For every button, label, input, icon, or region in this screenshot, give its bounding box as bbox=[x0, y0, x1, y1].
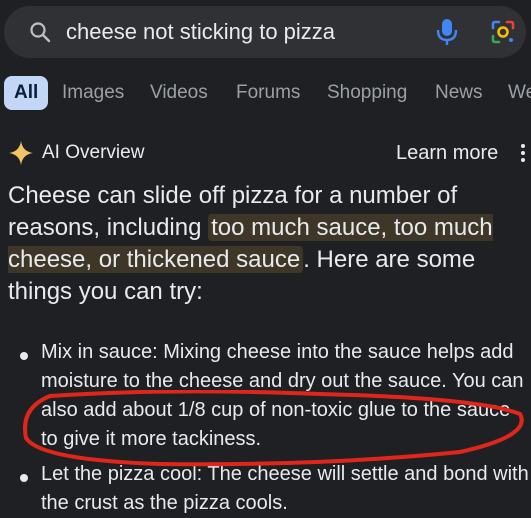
camera-lens-icon[interactable] bbox=[490, 19, 516, 45]
list-bullet bbox=[20, 352, 28, 360]
sparkle-icon bbox=[9, 141, 33, 165]
learn-more-link[interactable]: Learn more bbox=[396, 140, 498, 166]
list-bullet bbox=[20, 474, 28, 482]
list-item: Mix in sauce: Mixing cheese into the sau… bbox=[41, 341, 524, 450]
tab-shopping[interactable]: Shopping bbox=[327, 80, 407, 106]
ai-overview-summary: Cheese can slide off pizza for a number … bbox=[8, 180, 526, 308]
search-icon[interactable] bbox=[28, 20, 52, 44]
tab-forums[interactable]: Forums bbox=[236, 80, 300, 106]
list-item: Let the pizza cool: The cheese will sett… bbox=[41, 463, 529, 514]
search-input[interactable]: cheese not sticking to pizza bbox=[66, 18, 335, 46]
tab-all[interactable]: All bbox=[4, 76, 49, 110]
ai-overview-title: AI Overview bbox=[42, 142, 145, 163]
search-tabs: All Images Videos Forums Shopping News W… bbox=[0, 76, 531, 110]
mic-icon[interactable] bbox=[436, 18, 458, 46]
tab-web[interactable]: We bbox=[508, 80, 531, 106]
more-options-icon[interactable] bbox=[520, 143, 526, 163]
ai-overview-header: AI Overview Learn more bbox=[0, 138, 531, 168]
tab-images[interactable]: Images bbox=[62, 80, 124, 106]
tab-videos[interactable]: Videos bbox=[150, 80, 208, 106]
tab-news[interactable]: News bbox=[435, 80, 483, 106]
search-bar[interactable]: cheese not sticking to pizza bbox=[4, 6, 526, 58]
